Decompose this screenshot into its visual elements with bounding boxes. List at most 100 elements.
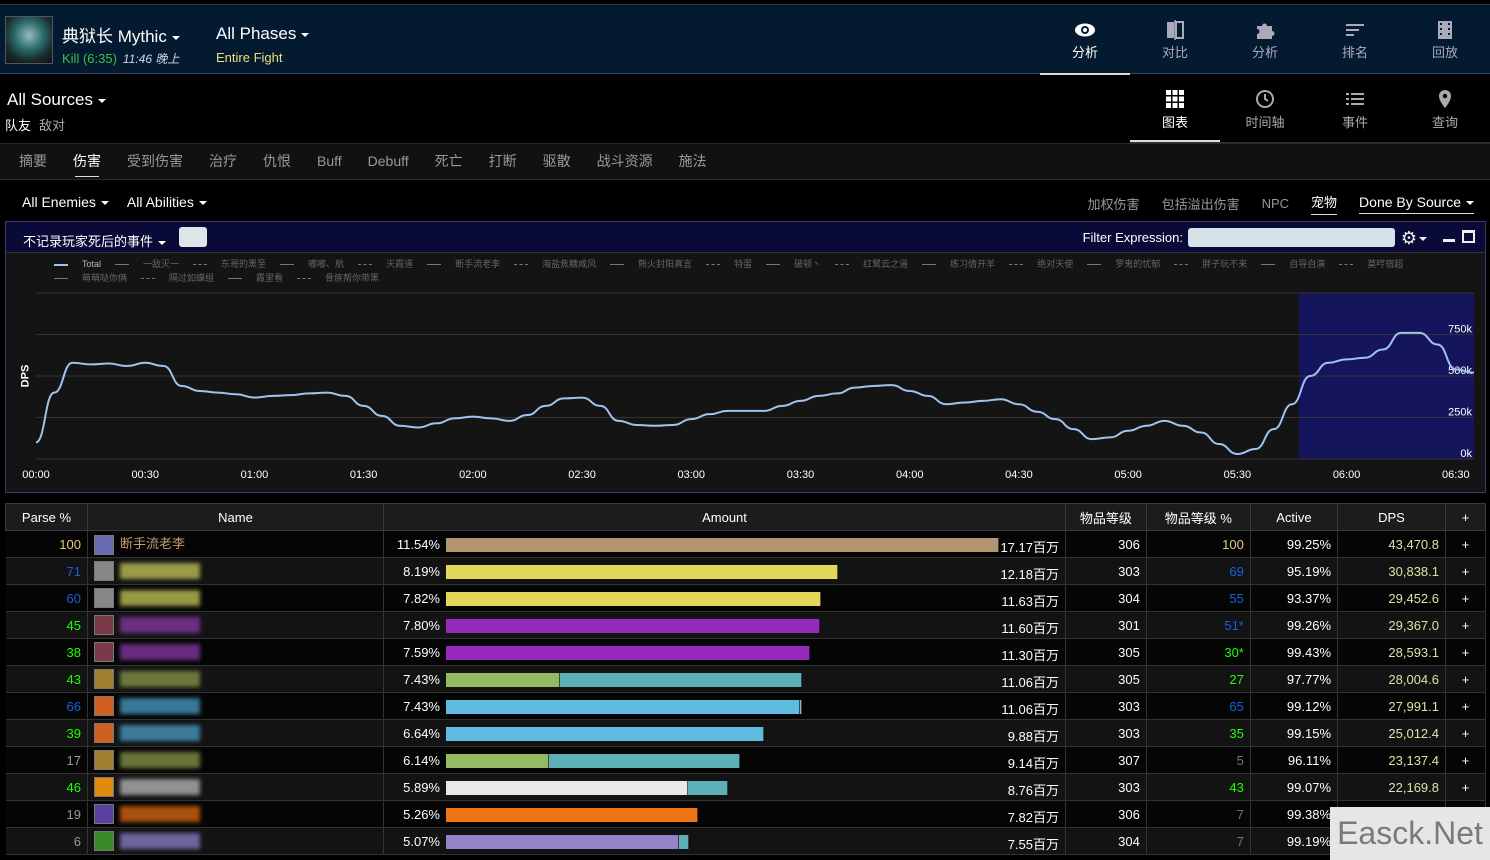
tab-8[interactable]: 打断 <box>479 144 527 179</box>
tab-5[interactable]: Buff <box>307 144 352 179</box>
amount-value: 9.14百万 <box>1007 756 1059 771</box>
table-row[interactable]: 43 7.43% 11.06百万 305 27 97.77% 28,004.6 + <box>5 665 1486 693</box>
pets-toggle[interactable]: 宠物 <box>1311 192 1338 215</box>
expand-row-button[interactable]: + <box>1445 719 1486 747</box>
tab-6[interactable]: Debuff <box>358 144 419 179</box>
enemies-dropdown[interactable]: All Enemies <box>22 194 109 210</box>
table-row[interactable]: 60 7.82% 11.63百万 304 55 93.37% 29,452.6 + <box>5 584 1486 612</box>
name-cell[interactable] <box>87 773 384 801</box>
tab-3[interactable]: 治疗 <box>199 144 247 179</box>
dps-chart[interactable]: 0k250k500k750k00:00 00:30 01:00 01:30 02:00 0… <box>6 222 1487 494</box>
phase-selector[interactable]: All Phases <box>216 24 310 44</box>
name-cell[interactable] <box>87 638 384 666</box>
expand-row-button[interactable]: + <box>1445 611 1486 639</box>
table-row[interactable]: 38 7.59% 11.30百万 305 30* 99.43% 28,593.1 + <box>5 638 1486 666</box>
name-cell[interactable] <box>87 746 384 774</box>
tab-9[interactable]: 驱散 <box>533 144 581 179</box>
chevron-down-icon <box>301 32 310 37</box>
abilities-dropdown[interactable]: All Abilities <box>127 194 207 210</box>
spec-icon <box>94 696 114 716</box>
table-row[interactable]: 46 5.89% 8.76百万 303 43 99.07% 22,169.8 + <box>5 773 1486 801</box>
name-cell[interactable] <box>87 719 384 747</box>
expand-row-button[interactable]: + <box>1445 665 1486 693</box>
active-cell: 99.43% <box>1250 638 1339 666</box>
table-row[interactable]: 195.26%7.82百万306799.38%+ <box>5 800 1486 828</box>
col-dps[interactable]: DPS <box>1337 503 1446 531</box>
amount-percent: 7.43% <box>403 672 440 687</box>
expand-row-button[interactable]: + <box>1445 746 1486 774</box>
amount-cell: 7.80% 11.60百万 <box>383 611 1066 639</box>
name-cell[interactable] <box>87 557 384 585</box>
table-row[interactable]: 66 7.43% 11.06百万 303 65 99.12% 27,991.1 + <box>5 692 1486 720</box>
col-ilvl[interactable]: 物品等级 <box>1065 503 1147 531</box>
tab-11[interactable]: 施法 <box>669 144 717 179</box>
name-cell[interactable] <box>87 611 384 639</box>
tab-0[interactable]: 摘要 <box>9 144 57 179</box>
name-cell[interactable] <box>87 584 384 612</box>
hostile-link[interactable]: 敌对 <box>39 118 65 133</box>
bar-segment <box>446 673 560 687</box>
top-nav-rankings[interactable]: 排名 <box>1310 5 1400 75</box>
table-row[interactable]: 39 6.64% 9.88百万 303 35 99.15% 25,012.4 + <box>5 719 1486 747</box>
add-column-button[interactable]: + <box>1445 503 1486 531</box>
top-nav-replay[interactable]: 回放 <box>1400 5 1490 75</box>
top-nav-compare[interactable]: 对比 <box>1130 5 1220 75</box>
chevron-down-icon <box>100 201 109 206</box>
table-row[interactable]: 100 断手流老李 11.54% 17.17百万 306 100 99.25% 43,470.… <box>5 530 1486 558</box>
name-cell[interactable]: 断手流老李 <box>87 530 384 558</box>
name-cell[interactable] <box>87 800 384 828</box>
damage-table: Parse % Name Amount 物品等级 物品等级 % Active D… <box>5 503 1486 855</box>
col-parse[interactable]: Parse % <box>5 503 88 531</box>
view-query[interactable]: 查询 <box>1400 75 1490 142</box>
table-row[interactable]: 65.07%7.55百万304799.19%+ <box>5 827 1486 855</box>
player-name[interactable]: 断手流老李 <box>120 536 185 551</box>
tab-1[interactable]: 伤害 <box>63 144 111 179</box>
tab-4[interactable]: 仇恨 <box>253 144 301 179</box>
amount-value: 9.88百万 <box>1007 729 1059 744</box>
amount-cell: 7.43% 11.06百万 <box>383 665 1066 693</box>
amount-cell: 7.82% 11.63百万 <box>383 584 1066 612</box>
col-amount[interactable]: Amount <box>383 503 1066 531</box>
name-cell[interactable] <box>87 665 384 693</box>
bar-segment <box>549 754 741 768</box>
weighted-damage-toggle[interactable]: 加权伤害 <box>1088 194 1140 213</box>
active-cell: 99.38% <box>1250 800 1339 828</box>
friendly-link[interactable]: 队友 <box>5 118 31 133</box>
bar-segment <box>446 835 680 849</box>
top-nav-analyze-2[interactable]: 分析 <box>1220 5 1310 75</box>
npc-toggle[interactable]: NPC <box>1262 196 1289 211</box>
col-ilvl-pct[interactable]: 物品等级 % <box>1145 503 1251 531</box>
table-row[interactable]: 71 8.19% 12.18百万 303 69 95.19% 30,838.1 + <box>5 557 1486 585</box>
name-cell[interactable] <box>87 827 384 855</box>
ilvl-pct-cell: 5 <box>1146 746 1251 774</box>
amount-cell: 11.54% 17.17百万 <box>383 530 1066 558</box>
view-events[interactable]: 事件 <box>1310 75 1400 142</box>
tab-2[interactable]: 受到伤害 <box>117 144 193 179</box>
expand-row-button[interactable]: + <box>1445 584 1486 612</box>
expand-row-button[interactable]: + <box>1445 773 1486 801</box>
tab-7[interactable]: 死亡 <box>425 144 473 179</box>
ilvl-cell: 304 <box>1065 584 1147 612</box>
bar-segment <box>446 754 550 768</box>
ilvl-pct-cell: 65 <box>1146 692 1251 720</box>
x-tick-label: 05:00 <box>1114 469 1142 481</box>
table-row[interactable]: 17 6.14% 9.14百万 307 5 96.11% 23,137.4 + <box>5 746 1486 774</box>
source-selector[interactable]: All Sources <box>7 90 106 110</box>
overkill-toggle[interactable]: 包括溢出伤害 <box>1162 194 1240 213</box>
view-mode-dropdown[interactable]: Done By Source <box>1359 194 1474 214</box>
view-charts[interactable]: 图表 <box>1130 75 1220 142</box>
col-name[interactable]: Name <box>87 503 384 531</box>
tab-10[interactable]: 战斗资源 <box>587 144 663 179</box>
expand-row-button[interactable]: + <box>1445 638 1486 666</box>
expand-row-button[interactable]: + <box>1445 530 1486 558</box>
col-active[interactable]: Active <box>1249 503 1339 531</box>
view-timeline[interactable]: 时间轴 <box>1220 75 1310 142</box>
boss-selector[interactable]: 典狱长 Mythic <box>62 22 180 47</box>
amount-value: 11.06百万 <box>1001 702 1059 717</box>
expand-row-button[interactable]: + <box>1445 692 1486 720</box>
name-cell[interactable] <box>87 692 384 720</box>
amount-percent: 6.64% <box>403 726 440 741</box>
table-row[interactable]: 45 7.80% 11.60百万 301 51* 99.26% 29,367.0 + <box>5 611 1486 639</box>
top-nav-analyze[interactable]: 分析 <box>1040 5 1130 75</box>
expand-row-button[interactable]: + <box>1445 557 1486 585</box>
